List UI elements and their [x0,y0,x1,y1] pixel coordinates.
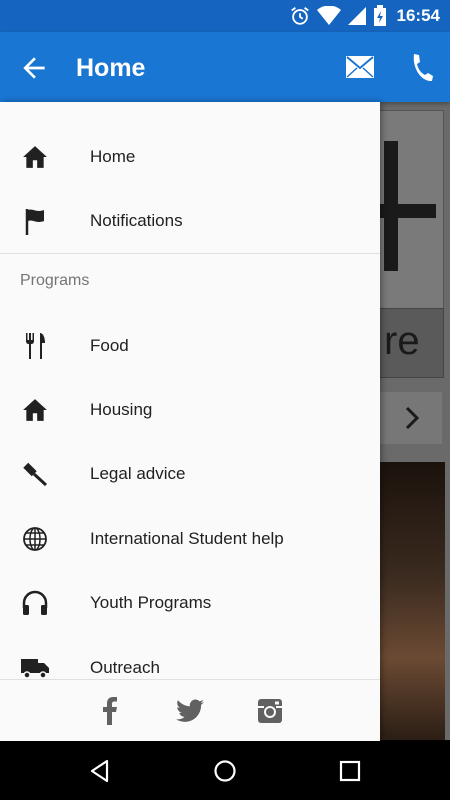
alarm-icon [290,7,309,25]
drawer-item-label: Home [90,147,136,166]
instagram-button[interactable] [255,696,285,726]
status-icons: 16:54 [289,4,440,28]
drawer-item-label: International Student help [90,529,284,548]
drawer-item-food[interactable]: Food [0,314,380,378]
clock: 16:54 [396,6,440,25]
signal-icon [347,7,366,25]
instagram-icon [258,699,282,723]
nav-recents-button[interactable] [335,756,365,786]
twitter-icon [176,699,204,722]
home-icon [20,396,50,424]
globe-icon [20,525,50,553]
nav-back-button[interactable] [85,756,115,786]
back-button[interactable] [18,52,50,84]
home-circle-icon [214,760,236,782]
drawer-item-legal-advice[interactable]: Legal advice [0,442,380,506]
recents-square-icon [339,760,361,782]
drawer-item-label: Youth Programs [90,593,212,612]
drawer-divider [0,253,380,254]
arrow-left-icon [23,57,45,79]
phone-button[interactable] [408,52,434,82]
system-nav-bar [0,740,450,800]
drawer-item-home[interactable]: Home [0,125,380,189]
fork-knife-icon [20,332,50,360]
headphones-icon [20,589,50,617]
flag-icon [20,207,50,235]
wifi-icon [316,6,341,25]
drawer-item-label: Legal advice [90,464,186,483]
status-bar: 16:54 [0,0,450,32]
navigation-drawer: Home Notifications Programs Food Housing… [0,102,380,741]
back-triangle-icon [90,759,109,783]
section-header-programs: Programs [20,272,90,289]
drawer-item-notifications[interactable]: Notifications [0,189,380,253]
drawer-social-footer [0,679,380,741]
drawer-item-label: Food [90,336,129,355]
truck-icon [20,654,50,682]
page-title: Home [76,54,146,82]
phone-icon [413,54,433,82]
battery-charging-icon [373,5,386,26]
twitter-button[interactable] [175,696,205,726]
gavel-icon [20,460,50,488]
mail-icon [346,56,374,78]
app-bar: Home [0,32,450,102]
facebook-button[interactable] [95,696,125,726]
drawer-item-label: Notifications [90,211,183,230]
drawer-item-youth-programs[interactable]: Youth Programs [0,571,380,635]
mail-button[interactable] [345,54,375,80]
drawer-item-housing[interactable]: Housing [0,378,380,442]
facebook-icon [103,697,117,725]
home-icon [20,143,50,171]
nav-home-button[interactable] [210,756,240,786]
drawer-item-label: Housing [90,400,153,419]
drawer-item-international-student-help[interactable]: International Student help [0,507,380,571]
